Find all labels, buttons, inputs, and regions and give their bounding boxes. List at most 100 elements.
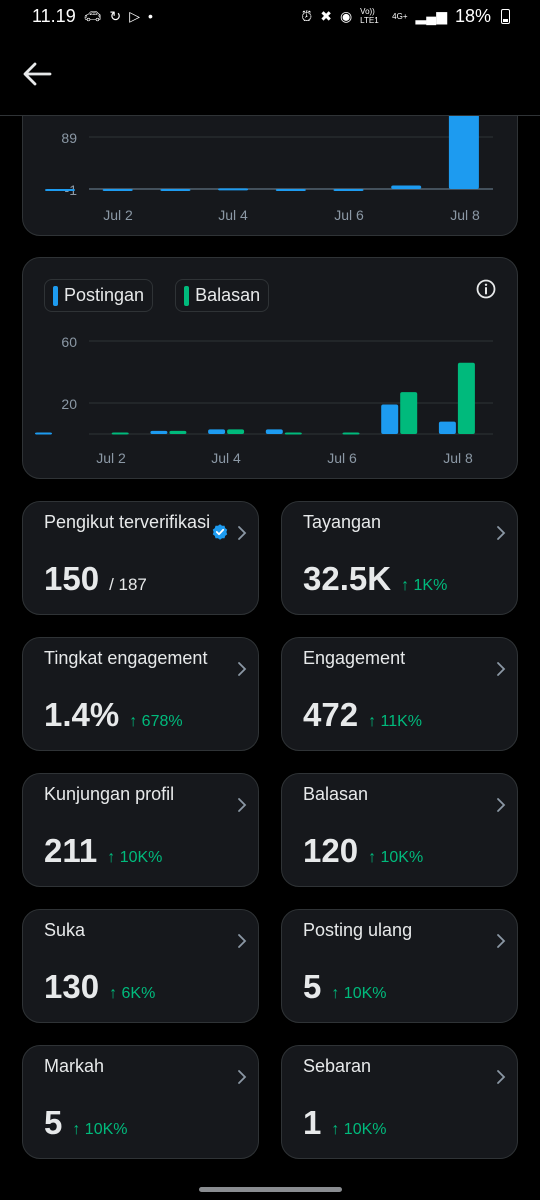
metric-change: ↑ 11K% xyxy=(368,713,423,730)
metric-value: 1 xyxy=(303,1104,322,1141)
back-button[interactable] xyxy=(20,58,56,90)
chevron-right-icon xyxy=(238,934,247,948)
mute-icon: ✖ xyxy=(320,7,332,24)
x-tick: Jul 4 xyxy=(211,450,241,466)
chevron-right-icon xyxy=(238,1070,247,1084)
home-indicator[interactable] xyxy=(199,1187,342,1192)
x-tick: Jul 8 xyxy=(443,450,473,466)
x-tick: Jul 6 xyxy=(327,450,357,466)
chart-bar-postingan xyxy=(265,429,283,434)
chart-bar-balasan xyxy=(284,432,302,435)
metric-title: Posting ulang xyxy=(303,920,413,940)
dot-icon: • xyxy=(148,8,153,24)
x-tick: Jul 2 xyxy=(103,207,133,223)
signal-icon: ▂▄▆ xyxy=(415,7,447,24)
metric-value: 150 xyxy=(44,560,100,597)
chart-bar xyxy=(333,189,364,191)
app-header xyxy=(0,32,540,116)
y-tick: 20 xyxy=(61,396,77,412)
posts-replies-chart: 60 20 Jul 2 Jul 4 Jul 6 Jul 8 xyxy=(35,334,493,466)
metric-value: 130 xyxy=(44,968,100,1005)
chevron-right-icon xyxy=(497,798,506,812)
status-bar: 11.19 🚗︎ ↻ ▷ • ⏰︎ ✖ ◉ Vo)) LTE1 4G+ ▂▄▆ … xyxy=(0,0,540,32)
y-tick: 89 xyxy=(61,130,77,146)
metric-card-replies[interactable]: Balasan 120 ↑ 10K% xyxy=(281,773,518,887)
chevron-right-icon xyxy=(238,798,247,812)
arrow-left-icon xyxy=(23,62,52,86)
metric-title: Pengikut terverifikasi xyxy=(44,512,211,532)
impressions-chart-card: 89 -1 Jul 2 Jul 4 Jul 6 Jul 8 xyxy=(22,116,518,236)
metric-card-shares[interactable]: Sebaran 1 ↑ 10K% xyxy=(281,1045,518,1159)
metric-card-bookmarks[interactable]: Markah 5 ↑ 10K% xyxy=(22,1045,259,1159)
chart-bar xyxy=(275,189,306,191)
metric-change: ↑ 678% xyxy=(129,713,183,730)
chart-bar-postingan xyxy=(150,430,168,434)
chart-bar-balasan xyxy=(342,432,360,435)
status-time: 11.19 xyxy=(32,5,76,26)
verified-badge-icon xyxy=(212,524,228,540)
metric-change: ↑ 10K% xyxy=(368,849,424,866)
battery-icon xyxy=(501,8,510,24)
x-tick: Jul 6 xyxy=(334,207,364,223)
chart-bar-postingan xyxy=(35,432,52,435)
x-tick: Jul 4 xyxy=(218,207,248,223)
metric-card-impressions[interactable]: Tayangan 32.5K ↑ 1K% xyxy=(281,501,518,615)
chart-bar-postingan xyxy=(438,421,456,434)
chart-bar-balasan xyxy=(111,432,129,435)
metric-change: ↑ 10K% xyxy=(107,849,163,866)
metric-title: Sebaran xyxy=(303,1056,372,1076)
metric-value: 5 xyxy=(303,968,322,1005)
chevron-right-icon xyxy=(238,526,247,540)
chevron-right-icon xyxy=(497,934,506,948)
analytics-scroll[interactable]: 89 -1 Jul 2 Jul 4 Jul 6 Jul 8 Postingan … xyxy=(0,116,540,1200)
location-icon: ◉ xyxy=(339,7,353,24)
chart-bar xyxy=(391,185,422,189)
x-tick: Jul 2 xyxy=(96,450,126,466)
chart-bar-postingan xyxy=(208,429,226,434)
chevron-right-icon xyxy=(497,526,506,540)
metric-card-engagement[interactable]: Engagement 472 ↑ 11K% xyxy=(281,637,518,751)
network-type: 4G+ xyxy=(392,11,408,21)
metric-change: ↑ 10K% xyxy=(331,985,387,1002)
route-icon: ↻ xyxy=(109,7,122,24)
metric-value: 472 xyxy=(303,696,359,733)
metric-title: Tayangan xyxy=(303,512,382,532)
metric-change: ↑ 10K% xyxy=(72,1121,128,1138)
chart-bar xyxy=(45,189,75,191)
play-store-icon: ▷ xyxy=(129,7,141,24)
chart-bar-postingan xyxy=(381,404,399,434)
metric-title: Suka xyxy=(44,920,86,940)
chevron-right-icon xyxy=(497,1070,506,1084)
metric-card-verified-followers[interactable]: Pengikut terverifikasi 150 / 187 xyxy=(22,501,259,615)
metric-title: Balasan xyxy=(303,784,369,804)
metric-card-likes[interactable]: Suka 130 ↑ 6K% xyxy=(22,909,259,1023)
chart-bar xyxy=(218,188,249,191)
battery-percent: 18% xyxy=(454,5,491,26)
impressions-chart: 89 -1 Jul 2 Jul 4 Jul 6 Jul 8 xyxy=(45,116,493,223)
metric-title: Markah xyxy=(44,1056,105,1076)
chart-bar-balasan xyxy=(227,429,245,434)
chart-bar xyxy=(160,189,191,191)
metric-change: ↑ 1K% xyxy=(401,577,448,594)
metric-title: Kunjungan profil xyxy=(44,784,175,804)
metric-value: 32.5K xyxy=(303,560,392,597)
volte-indicator: Vo)) LTE1 xyxy=(360,7,379,25)
x-tick: Jul 8 xyxy=(450,207,480,223)
metric-card-reposts[interactable]: Posting ulang 5 ↑ 10K% xyxy=(281,909,518,1023)
metric-change: ↑ 10K% xyxy=(331,1121,387,1138)
chevron-right-icon xyxy=(497,662,506,676)
chart-bar xyxy=(102,189,133,191)
posts-replies-chart-card: Postingan Balasan 60 20 Jul 2 Jul 4 Jul … xyxy=(22,257,518,479)
chart-bar-balasan xyxy=(457,362,475,434)
metric-change: ↑ 6K% xyxy=(109,985,156,1002)
metric-card-engagement-rate[interactable]: Tingkat engagement 1.4% ↑ 678% xyxy=(22,637,259,751)
metric-value: 120 xyxy=(303,832,359,869)
alarm-icon: ⏰︎ xyxy=(301,7,313,24)
metric-value: 1.4% xyxy=(44,696,120,733)
metric-value: 211 xyxy=(44,832,98,869)
car-icon: 🚗︎ xyxy=(83,7,102,24)
metric-value: 5 xyxy=(44,1104,63,1141)
chevron-right-icon xyxy=(238,662,247,676)
metric-card-profile-visits[interactable]: Kunjungan profil 211 ↑ 10K% xyxy=(22,773,259,887)
metric-title: Engagement xyxy=(303,648,406,668)
